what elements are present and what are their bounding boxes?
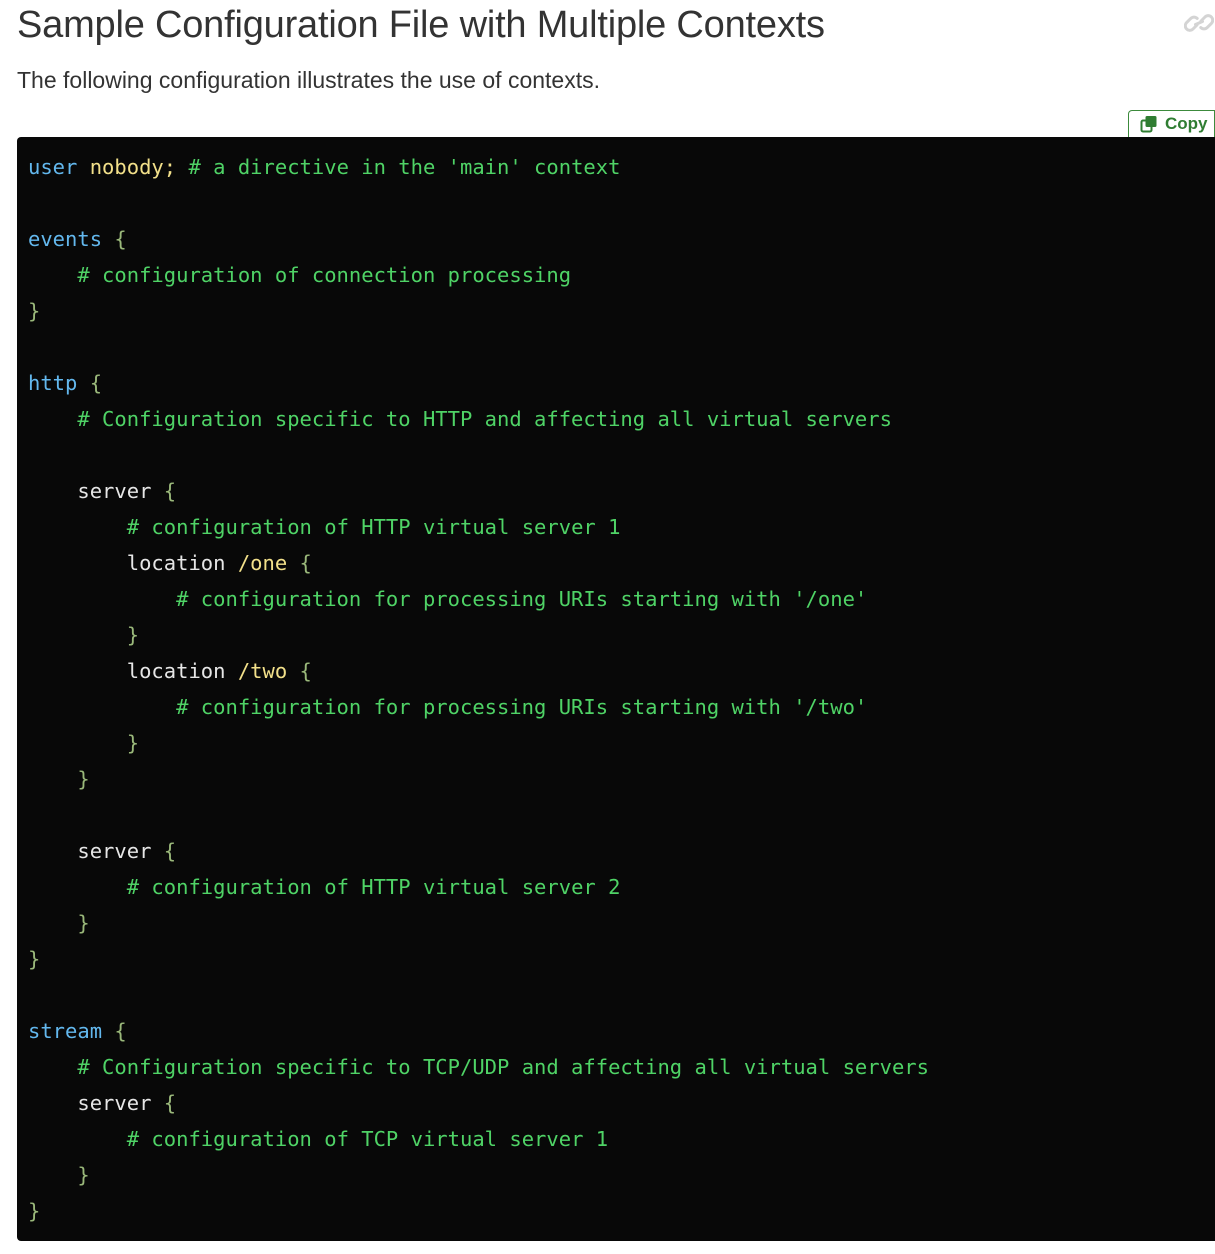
code-line: user nobody; # a directive in the 'main'… <box>28 149 1215 185</box>
code-token-plain: location <box>126 659 226 683</box>
code-block[interactable]: user nobody; # a directive in the 'main'… <box>17 137 1215 1241</box>
code-token-brace: } <box>28 299 41 323</box>
code-token-brace: { <box>287 659 312 683</box>
code-line: } <box>28 1193 1215 1229</box>
code-token-brace: } <box>126 623 140 647</box>
code-token-plain: server <box>77 479 152 503</box>
code-line: } <box>28 617 1215 653</box>
code-line: } <box>28 905 1215 941</box>
code-token-brace: } <box>28 947 41 971</box>
code-line: # configuration for processing URIs star… <box>28 689 1215 725</box>
code-token-comment: # configuration for processing URIs star… <box>176 695 868 719</box>
code-token-comment: # configuration of TCP virtual server 1 <box>126 1127 609 1151</box>
code-token-brace: } <box>28 1199 41 1223</box>
code-token-brace: { <box>102 227 127 251</box>
code-token-comment: # a directive in the 'main' context <box>176 155 621 179</box>
code-token-plain: server <box>77 839 152 863</box>
code-line: # configuration of connection processing <box>28 257 1215 293</box>
code-token-comment: # configuration of connection processing <box>77 263 572 287</box>
code-token-keyword: user <box>28 155 78 179</box>
code-token-comment: # configuration of HTTP virtual server 2 <box>126 875 621 899</box>
copy-button[interactable]: Copy <box>1128 110 1215 137</box>
code-token-brace: { <box>102 1019 127 1043</box>
code-token-plain: server <box>77 1091 152 1115</box>
code-token-keyword: events <box>28 227 103 251</box>
code-line: } <box>28 293 1215 329</box>
code-token-plain: location <box>126 551 226 575</box>
code-token-comment: # configuration for processing URIs star… <box>176 587 868 611</box>
code-token-value: nobody; <box>89 155 177 179</box>
code-token-brace: } <box>77 767 90 791</box>
code-line: server { <box>28 1085 1215 1121</box>
code-line: } <box>28 941 1215 977</box>
link-icon[interactable] <box>1183 10 1215 36</box>
copy-button-label: Copy <box>1165 114 1208 133</box>
code-token-keyword: http <box>28 371 78 395</box>
code-line: } <box>28 725 1215 761</box>
code-line: # Configuration specific to TCP/UDP and … <box>28 1049 1215 1085</box>
code-token-brace: { <box>151 1091 177 1115</box>
code-line: # configuration of HTTP virtual server 2 <box>28 869 1215 905</box>
copy-icon <box>1140 115 1158 133</box>
code-token-comment: # Configuration specific to HTTP and aff… <box>77 407 892 431</box>
page-title: Sample Configuration File with Multiple … <box>17 4 825 46</box>
code-line: server { <box>28 473 1215 509</box>
code-line: server { <box>28 833 1215 869</box>
code-line: stream { <box>28 1013 1215 1049</box>
code-line: location /two { <box>28 653 1215 689</box>
code-token-brace: { <box>77 371 103 395</box>
code-line: } <box>28 1157 1215 1193</box>
code-token-brace: } <box>77 911 90 935</box>
code-token-value: /one <box>237 551 288 575</box>
code-line: events { <box>28 221 1215 257</box>
code-token-keyword: stream <box>28 1019 103 1043</box>
code-line: # configuration for processing URIs star… <box>28 581 1215 617</box>
code-token-brace: { <box>151 839 177 863</box>
code-line: http { <box>28 365 1215 401</box>
code-line: # configuration of TCP virtual server 1 <box>28 1121 1215 1157</box>
code-token-brace: { <box>151 479 177 503</box>
code-token-brace: } <box>77 1163 90 1187</box>
code-lines: user nobody; # a directive in the 'main'… <box>28 149 1215 1229</box>
code-token-comment: # Configuration specific to TCP/UDP and … <box>77 1055 929 1079</box>
code-token-brace: { <box>287 551 312 575</box>
code-line: # configuration of HTTP virtual server 1 <box>28 509 1215 545</box>
code-line: } <box>28 761 1215 797</box>
code-token-comment: # configuration of HTTP virtual server 1 <box>126 515 621 539</box>
code-token-value: /two <box>237 659 288 683</box>
code-token-brace: } <box>126 731 140 755</box>
code-line: location /one { <box>28 545 1215 581</box>
page-subtitle: The following configuration illustrates … <box>17 67 600 93</box>
code-line: # Configuration specific to HTTP and aff… <box>28 401 1215 437</box>
